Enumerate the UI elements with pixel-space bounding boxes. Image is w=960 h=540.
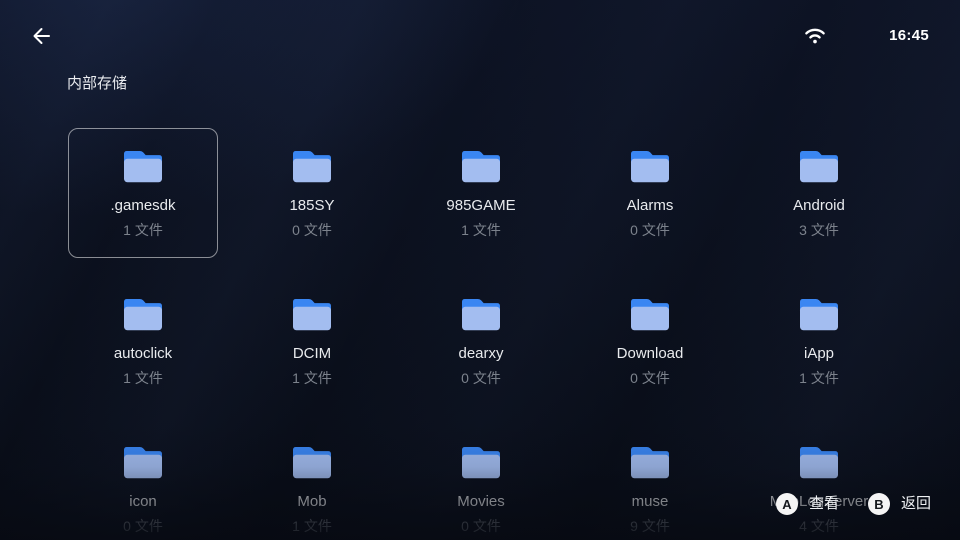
folder-icon — [289, 294, 335, 332]
folder-name: DCIM — [293, 345, 331, 363]
hint-label: 返回 — [901, 493, 931, 515]
folder-item-985GAME[interactable]: 985GAME 1 文件 — [406, 128, 556, 258]
folder-count: 0 文件 — [630, 369, 670, 387]
clock: 16:45 — [889, 27, 929, 44]
folder-item-dearxy[interactable]: dearxy 0 文件 — [406, 276, 556, 406]
folder-icon — [289, 442, 335, 480]
hint-button-B[interactable]: B 返回 — [868, 493, 931, 515]
folder-icon — [627, 442, 673, 480]
folder-icon — [289, 146, 335, 184]
folder-item-185SY[interactable]: 185SY 0 文件 — [237, 128, 387, 258]
folder-count: 0 文件 — [461, 369, 501, 387]
folder-name: Movies — [457, 493, 505, 511]
folder-name: Download — [617, 345, 684, 363]
folder-item-autoclick[interactable]: autoclick 1 文件 — [68, 276, 218, 406]
folder-count: 3 文件 — [799, 221, 839, 239]
folder-icon — [796, 294, 842, 332]
page-title: 内部存储 — [67, 76, 127, 92]
folder-name: dearxy — [458, 345, 503, 363]
file-manager-screen: 16:45 内部存储 .gamesdk 1 文件 185SY 0 文件 985G… — [0, 0, 960, 540]
folder-name: .gamesdk — [110, 197, 175, 215]
folder-name: autoclick — [114, 345, 172, 363]
folder-name: Android — [793, 197, 845, 215]
folder-item-MobLogServer[interactable]: MobLogServer 4 文件 — [744, 424, 894, 540]
folder-item-Android[interactable]: Android 3 文件 — [744, 128, 894, 258]
folder-count: 0 文件 — [123, 517, 163, 535]
folder-item-icon[interactable]: icon 0 文件 — [68, 424, 218, 540]
gamepad-key-badge: B — [868, 493, 890, 515]
folder-count: 1 文件 — [292, 369, 332, 387]
folder-icon — [120, 442, 166, 480]
folder-item-Alarms[interactable]: Alarms 0 文件 — [575, 128, 725, 258]
folder-icon — [458, 294, 504, 332]
back-arrow-icon — [28, 24, 52, 48]
folder-count: 9 文件 — [630, 517, 670, 535]
folder-icon — [120, 146, 166, 184]
folder-icon — [458, 146, 504, 184]
folder-icon — [627, 146, 673, 184]
folder-grid: .gamesdk 1 文件 185SY 0 文件 985GAME 1 文件 Al… — [68, 128, 894, 540]
folder-item-DCIM[interactable]: DCIM 1 文件 — [237, 276, 387, 406]
hint-label: 查看 — [809, 493, 839, 515]
folder-item-Mob[interactable]: Mob 1 文件 — [237, 424, 387, 540]
wifi-icon — [804, 26, 826, 45]
folder-name: Alarms — [627, 197, 674, 215]
folder-icon — [796, 442, 842, 480]
folder-name: iApp — [804, 345, 834, 363]
folder-count: 0 文件 — [292, 221, 332, 239]
folder-item-muse[interactable]: muse 9 文件 — [575, 424, 725, 540]
folder-count: 1 文件 — [123, 221, 163, 239]
folder-icon — [458, 442, 504, 480]
folder-count: 0 文件 — [630, 221, 670, 239]
back-button[interactable] — [28, 24, 52, 48]
hint-button-A[interactable]: A 查看 — [776, 493, 839, 515]
folder-count: 0 文件 — [461, 517, 501, 535]
folder-count: 1 文件 — [123, 369, 163, 387]
folder-item-Download[interactable]: Download 0 文件 — [575, 276, 725, 406]
folder-name: Mob — [297, 493, 326, 511]
folder-item-iApp[interactable]: iApp 1 文件 — [744, 276, 894, 406]
folder-count: 1 文件 — [799, 369, 839, 387]
folder-item-Movies[interactable]: Movies 0 文件 — [406, 424, 556, 540]
folder-icon — [796, 146, 842, 184]
folder-name: muse — [632, 493, 669, 511]
folder-item-.gamesdk[interactable]: .gamesdk 1 文件 — [68, 128, 218, 258]
folder-name: 185SY — [289, 197, 334, 215]
folder-count: 4 文件 — [799, 517, 839, 535]
folder-count: 1 文件 — [461, 221, 501, 239]
folder-count: 1 文件 — [292, 517, 332, 535]
folder-name: icon — [129, 493, 157, 511]
folder-name: 985GAME — [446, 197, 515, 215]
folder-icon — [120, 294, 166, 332]
gamepad-key-badge: A — [776, 493, 798, 515]
folder-icon — [627, 294, 673, 332]
hint-bar: A 查看 B 返回 — [776, 493, 931, 515]
